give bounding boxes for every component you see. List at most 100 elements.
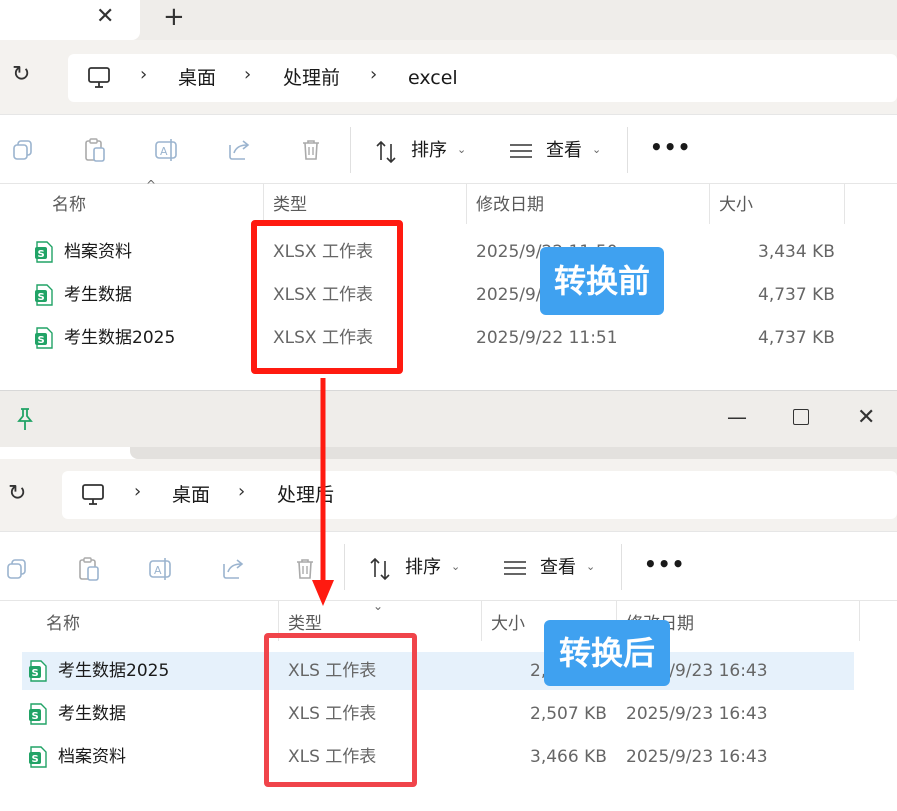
table-row[interactable]: S 考生数据 XLS 工作表 2,507 KB 2025/9/23 16:43 <box>0 695 897 733</box>
chevron-right-icon: › <box>134 481 142 502</box>
explorer-window-after: — ✕ ↻ › 桌面 › 处理后 A 排序 ⌄ 查看 ⌄ ••• ⌄ 名称 类型… <box>0 390 897 811</box>
file-name[interactable]: 考生数据2025 <box>64 326 175 350</box>
file-size: 2,507 KB <box>530 704 607 724</box>
view-button[interactable]: 查看 <box>540 556 576 580</box>
chevron-right-icon: › <box>238 481 246 502</box>
toolbar-separator <box>627 127 628 173</box>
view-icon <box>510 144 532 158</box>
table-row[interactable]: S 档案资料 XLSX 工作表 2025/9/22 11:50 3,434 KB <box>0 233 897 271</box>
column-header-size[interactable]: 大小 <box>719 193 753 217</box>
sort-down-indicator: ⌄ <box>373 599 384 613</box>
chevron-right-icon: › <box>370 64 378 85</box>
explorer-window-before: ✕ + ↻ › 桌面 › 处理前 › excel A 排序 ⌄ 查看 ⌄ •••… <box>0 0 897 390</box>
command-bar: A 排序 ⌄ 查看 ⌄ ••• <box>0 531 897 601</box>
close-icon[interactable]: ✕ <box>857 405 875 430</box>
highlight-box-before <box>251 220 403 374</box>
file-name[interactable]: 考生数据 <box>64 283 132 307</box>
file-size: 3,434 KB <box>758 242 835 262</box>
svg-text:S: S <box>38 335 45 346</box>
file-size: 3,466 KB <box>530 747 607 767</box>
chevron-right-icon: › <box>140 64 148 85</box>
excel-file-icon: S <box>35 241 53 263</box>
chevron-right-icon: › <box>244 64 252 85</box>
more-options-button[interactable]: ••• <box>644 552 685 576</box>
file-size: 4,737 KB <box>758 285 835 305</box>
address-bar: ↻ › 桌面 › 处理后 <box>0 459 897 531</box>
file-date: 2025/9/23 16:43 <box>626 704 768 724</box>
svg-text:S: S <box>38 292 45 303</box>
sort-button[interactable]: 排序 <box>411 139 447 163</box>
column-header-name[interactable]: 名称 <box>52 193 86 217</box>
sort-icon <box>376 140 396 164</box>
file-name[interactable]: 考生数据2025 <box>58 659 169 683</box>
address-bar: ↻ › 桌面 › 处理前 › excel <box>0 40 897 114</box>
sort-button[interactable]: 排序 <box>405 556 441 580</box>
file-date: 2025/9/23 16:43 <box>626 747 768 767</box>
tab-strip <box>130 447 897 459</box>
plus-icon[interactable]: + <box>163 2 185 32</box>
copy-icon[interactable] <box>4 556 30 582</box>
pin-icon[interactable] <box>14 407 36 431</box>
rename-icon[interactable]: A <box>154 137 180 163</box>
column-header-row: ^ 名称 类型 修改日期 大小 <box>0 178 897 224</box>
file-name[interactable]: 档案资料 <box>64 240 132 264</box>
conversion-arrow <box>312 378 334 606</box>
active-tab[interactable]: ✕ <box>0 0 140 40</box>
delete-icon[interactable] <box>298 137 324 163</box>
column-header-row: ⌄ 名称 类型 大小 修改日期 <box>0 599 897 641</box>
excel-file-icon: S <box>35 284 53 306</box>
refresh-icon[interactable]: ↻ <box>12 62 30 87</box>
svg-text:A: A <box>154 564 162 577</box>
table-row[interactable]: S 考生数据2025 XLSX 工作表 2025/9/22 11:51 4,73… <box>0 319 897 357</box>
maximize-icon[interactable] <box>793 409 809 425</box>
file-name[interactable]: 档案资料 <box>58 745 126 769</box>
excel-file-icon: S <box>35 327 53 349</box>
before-badge: 转换前 <box>540 247 664 315</box>
table-row[interactable]: S 考生数据 XLSX 工作表 2025/9/22 11:50 4,737 KB <box>0 276 897 314</box>
paste-icon[interactable] <box>82 137 108 163</box>
more-options-button[interactable]: ••• <box>650 135 691 159</box>
rename-icon[interactable]: A <box>148 556 174 582</box>
svg-text:S: S <box>32 668 39 679</box>
excel-file-icon: S <box>29 660 47 682</box>
after-badge: 转换后 <box>544 620 670 686</box>
breadcrumb-item-before[interactable]: 处理前 <box>283 66 340 90</box>
excel-file-icon: S <box>29 703 47 725</box>
column-header-size[interactable]: 大小 <box>491 612 525 636</box>
highlight-box-after <box>264 633 417 787</box>
chevron-down-icon: ⌄ <box>592 143 602 156</box>
toolbar-separator <box>621 544 622 590</box>
paste-icon[interactable] <box>76 556 102 582</box>
toolbar-separator <box>344 544 345 590</box>
toolbar-separator <box>350 127 351 173</box>
chevron-down-icon: ⌄ <box>586 560 596 573</box>
breadcrumb-item-excel[interactable]: excel <box>408 66 458 90</box>
refresh-icon[interactable]: ↻ <box>8 481 26 506</box>
breadcrumb-item-desktop[interactable]: 桌面 <box>172 483 210 507</box>
copy-icon[interactable] <box>10 137 36 163</box>
column-header-date[interactable]: 修改日期 <box>476 193 544 217</box>
breadcrumb[interactable]: › 桌面 › 处理后 <box>62 471 897 519</box>
table-row[interactable]: S 档案资料 XLS 工作表 3,466 KB 2025/9/23 16:43 <box>0 738 897 776</box>
breadcrumb-item-desktop[interactable]: 桌面 <box>178 66 216 90</box>
view-button[interactable]: 查看 <box>546 139 582 163</box>
breadcrumb[interactable]: › 桌面 › 处理前 › excel <box>68 54 897 102</box>
file-name[interactable]: 考生数据 <box>58 702 126 726</box>
table-row-selected[interactable]: S 考生数据2025 XLS 工作表 2,507 KB 2025/9/23 16… <box>22 652 854 690</box>
chevron-down-icon: ⌄ <box>451 560 461 573</box>
share-icon[interactable] <box>226 137 252 163</box>
svg-text:S: S <box>38 249 45 260</box>
view-icon <box>504 561 526 575</box>
computer-icon <box>88 67 110 88</box>
file-size: 4,737 KB <box>758 328 835 348</box>
file-date: 2025/9/22 11:51 <box>476 328 618 348</box>
computer-icon <box>82 484 104 505</box>
close-icon[interactable]: ✕ <box>96 4 114 29</box>
minimize-icon[interactable]: — <box>727 405 747 429</box>
sort-icon <box>370 557 390 581</box>
svg-text:A: A <box>160 145 168 158</box>
column-header-name[interactable]: 名称 <box>46 612 80 636</box>
title-bar: — ✕ <box>0 391 897 447</box>
share-icon[interactable] <box>220 556 246 582</box>
column-header-type[interactable]: 类型 <box>273 193 307 217</box>
